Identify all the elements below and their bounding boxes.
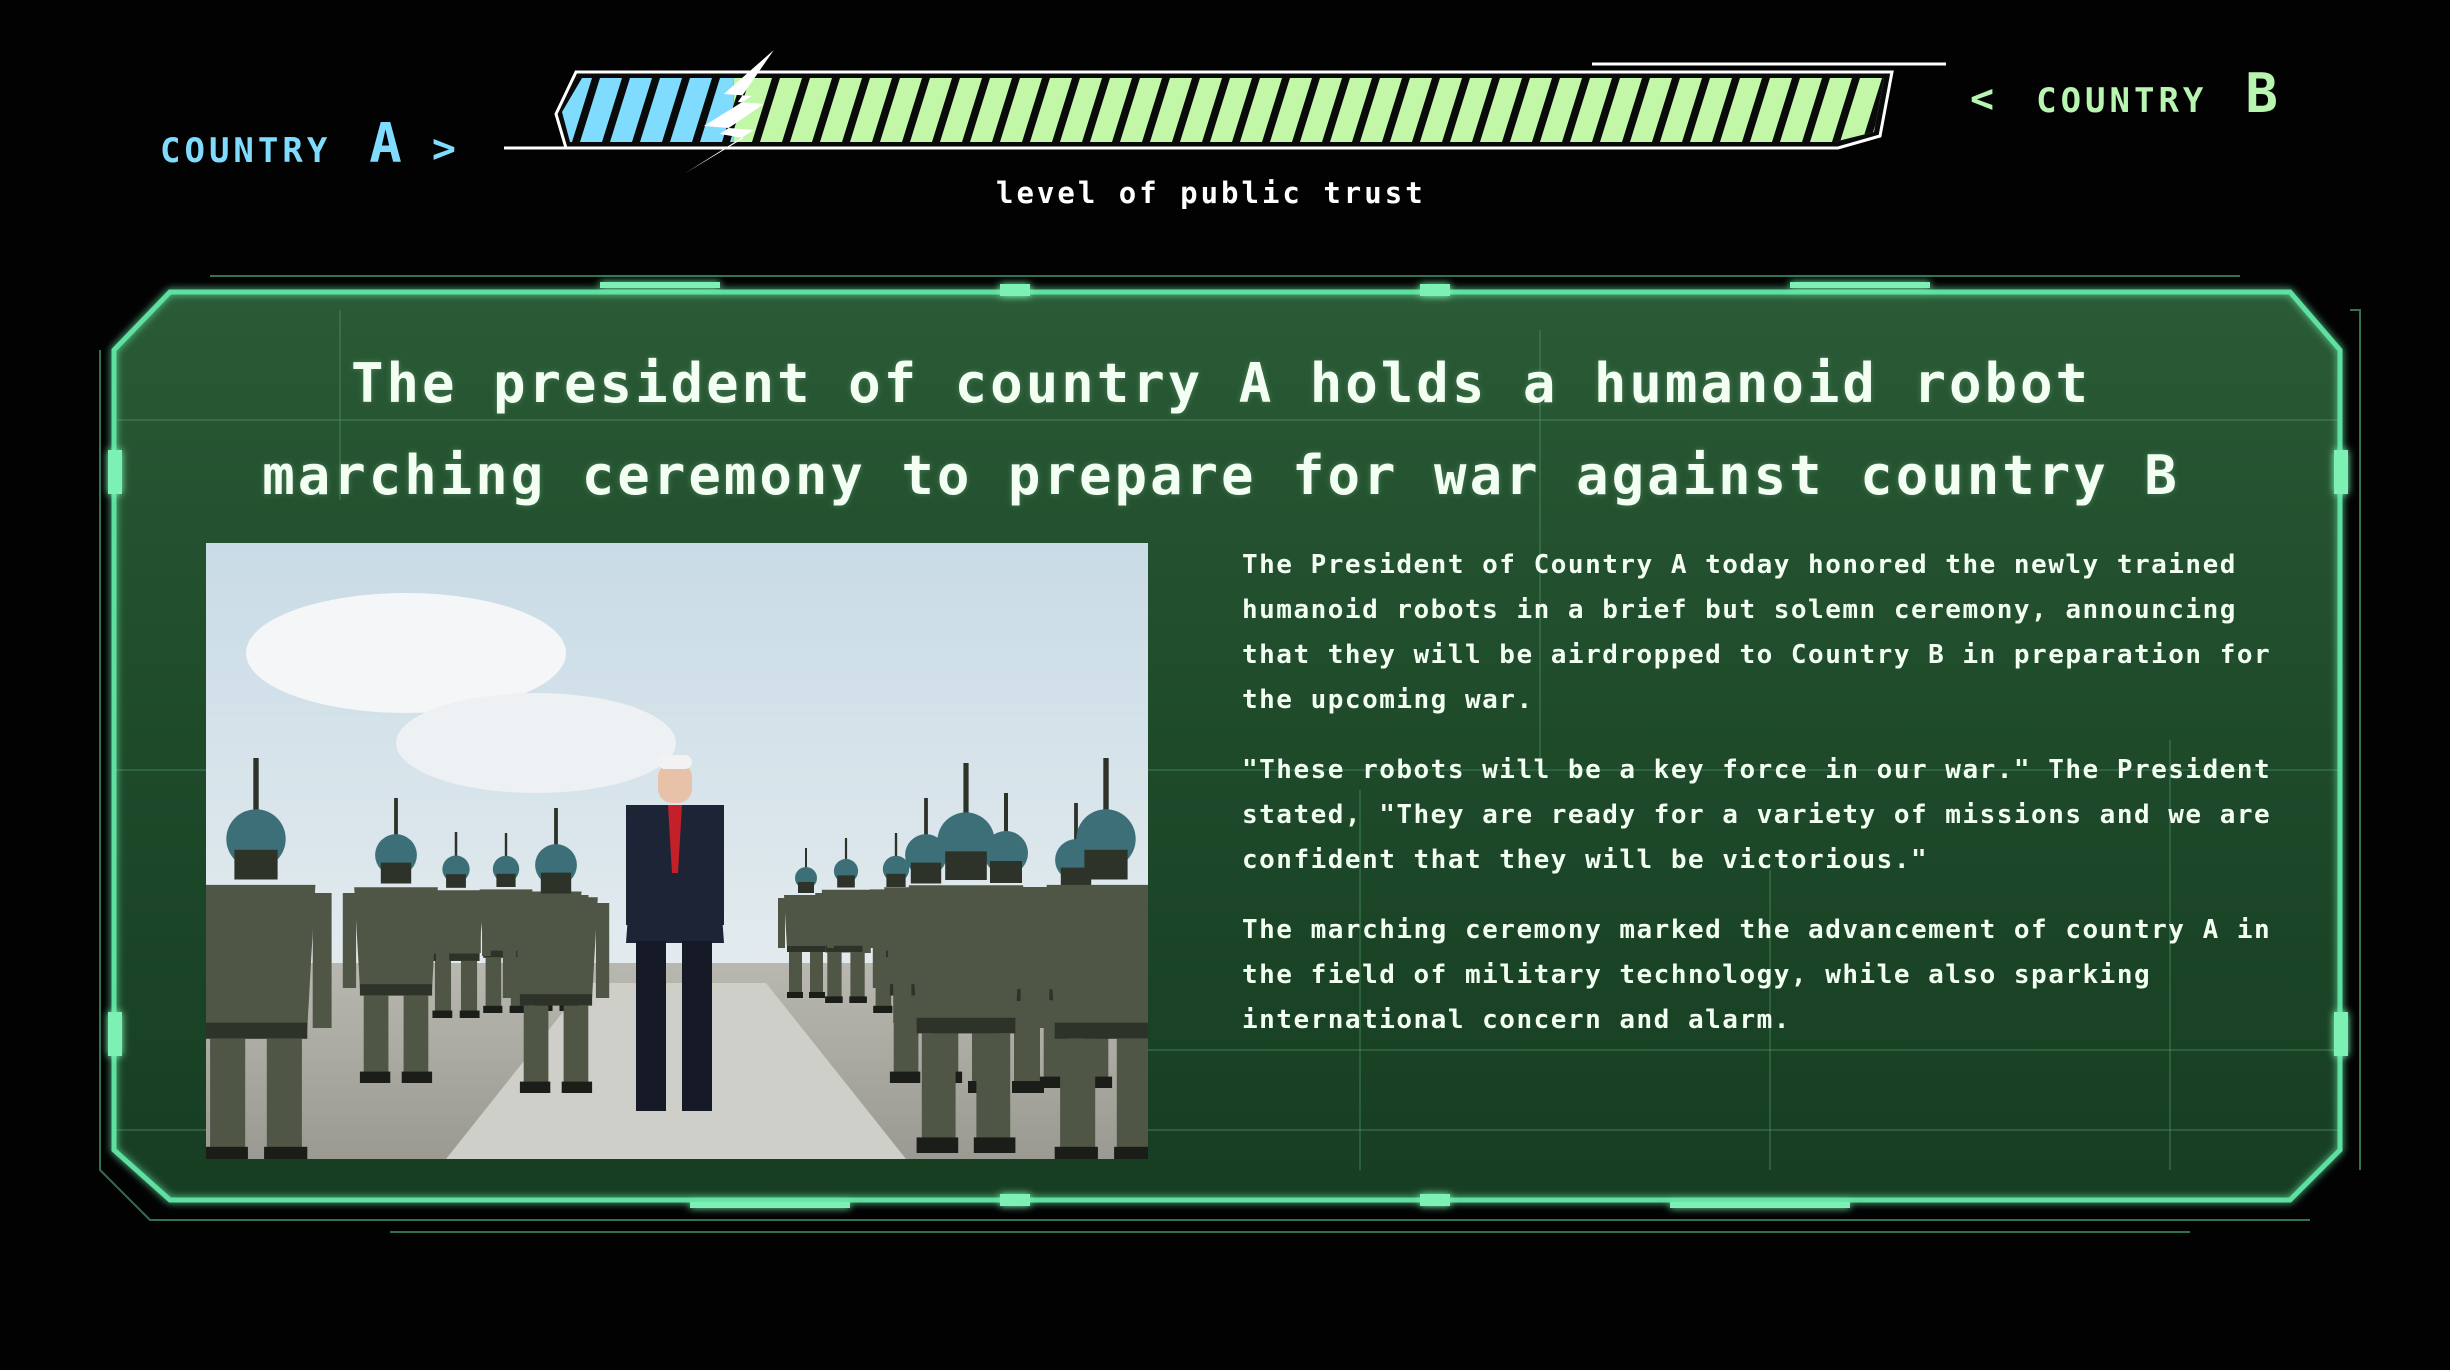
news-photo bbox=[206, 543, 1148, 1159]
country-b-letter: B bbox=[2245, 62, 2278, 125]
headline-line-2: marching ceremony to prepare for war aga… bbox=[262, 444, 2180, 507]
news-panel: The president of country A holds a human… bbox=[116, 300, 2326, 1200]
article-paragraph-3: The marching ceremony marked the advance… bbox=[1242, 915, 2272, 1035]
country-b-text: COUNTRY bbox=[2036, 81, 2208, 121]
news-article: The President of Country A today honored… bbox=[1242, 543, 2312, 1068]
news-headline: The president of country A holds a human… bbox=[116, 338, 2326, 522]
chevron-left-icon: < bbox=[1970, 76, 1995, 122]
headline-line-1: The president of country A holds a human… bbox=[350, 352, 2092, 415]
article-paragraph-2: "These robots will be a key force in our… bbox=[1242, 755, 2272, 875]
chevron-right-icon: > bbox=[431, 126, 456, 172]
country-b-label: < COUNTRY B bbox=[1970, 62, 2278, 125]
trust-label: level of public trust bbox=[996, 176, 1426, 210]
trust-meter bbox=[504, 50, 1946, 174]
country-a-text: COUNTRY bbox=[160, 131, 332, 171]
trust-hud: COUNTRY A > level of public trust < COUN… bbox=[0, 0, 2450, 230]
article-paragraph-1: The President of Country A today honored… bbox=[1242, 550, 2272, 715]
country-a-letter: A bbox=[369, 112, 402, 175]
news-photo-robot-parade-icon bbox=[206, 543, 1148, 1159]
country-a-label: COUNTRY A > bbox=[160, 112, 456, 175]
